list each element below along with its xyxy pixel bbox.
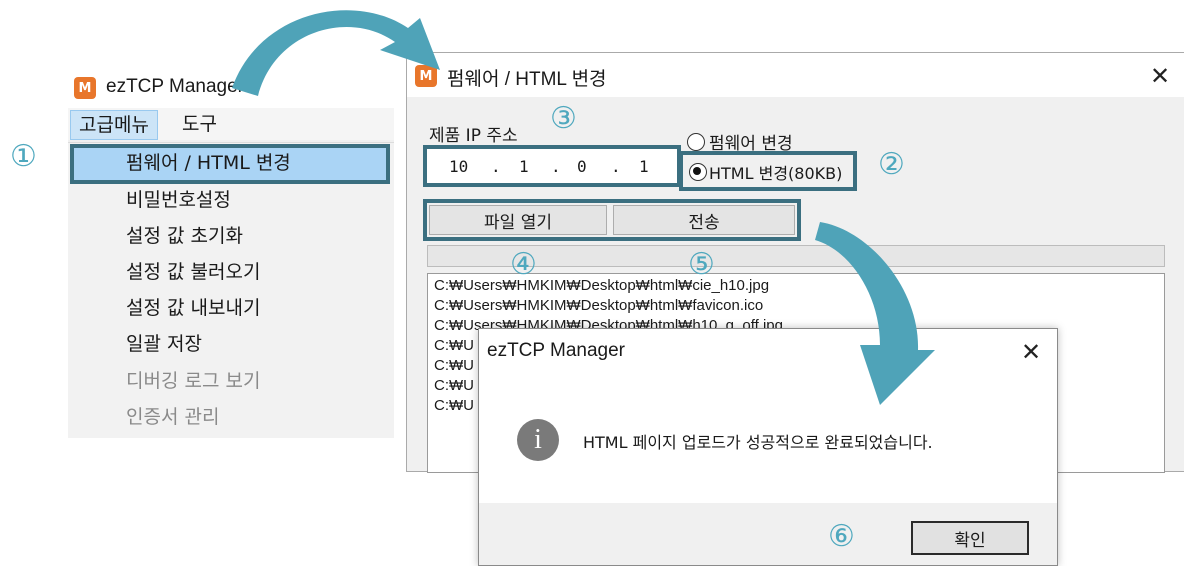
- guide-arrows: [232, 10, 935, 405]
- step-number-2: ②: [878, 147, 905, 182]
- step-number-5: ⑤: [688, 247, 715, 282]
- step-number-4: ④: [510, 247, 537, 282]
- arrow-to-dialog: [815, 222, 935, 405]
- arrow-to-firmware-window: [232, 10, 440, 96]
- step-number-3: ③: [550, 101, 577, 136]
- step-number-1: ①: [10, 139, 37, 174]
- step-number-6: ⑥: [828, 519, 855, 554]
